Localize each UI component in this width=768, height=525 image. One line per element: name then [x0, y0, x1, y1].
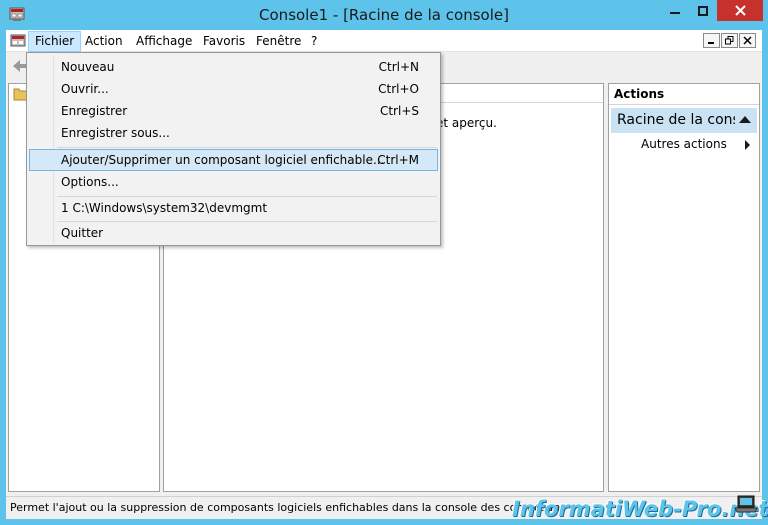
mmc-window: Console1 - [Racine de la console] Fichie…: [0, 0, 768, 525]
status-bar: Permet l'ajout ou la suppression de comp…: [6, 496, 768, 521]
actions-section-root[interactable]: Racine de la console: [611, 108, 757, 133]
child-close-button[interactable]: [739, 33, 756, 48]
menu-item-label: Enregistrer: [61, 104, 128, 118]
restore-icon: [725, 36, 734, 45]
menu-fenetre[interactable]: Fenêtre: [250, 31, 307, 52]
close-icon: [734, 5, 746, 16]
minimize-icon: [669, 11, 680, 14]
menu-item-label: Quitter: [61, 226, 104, 240]
menu-help[interactable]: ?: [305, 31, 323, 52]
menu-item-label: Options...: [61, 175, 119, 189]
menu-favoris[interactable]: Favoris: [197, 31, 251, 52]
menu-item-recent-file[interactable]: 1 C:\Windows\system32\devmgmt: [29, 197, 438, 219]
window-title: Console1 - [Racine de la console]: [259, 6, 509, 24]
menu-item-ouvrir[interactable]: Ouvrir... Ctrl+O: [29, 78, 438, 100]
minimize-icon: [708, 42, 714, 44]
menu-item-nouveau[interactable]: Nouveau Ctrl+N: [29, 56, 438, 78]
actions-pane: Actions Racine de la console Autres acti…: [608, 83, 760, 492]
menu-item-label: Enregistrer sous...: [61, 126, 170, 140]
status-text: Permet l'ajout ou la suppression de comp…: [10, 501, 562, 514]
menu-item-shortcut: Ctrl+N: [378, 60, 419, 74]
menu-item-quitter[interactable]: Quitter: [29, 222, 438, 244]
actions-header: Actions: [609, 84, 759, 105]
menu-item-shortcut: Ctrl+M: [377, 153, 419, 167]
title-bar[interactable]: Console1 - [Racine de la console]: [0, 0, 768, 30]
menu-item-add-remove-snapin[interactable]: Ajouter/Supprimer un composant logiciel …: [29, 149, 438, 171]
menu-item-shortcut: Ctrl+S: [379, 104, 419, 118]
minimize-button[interactable]: [660, 0, 689, 21]
console-system-menu-icon[interactable]: [10, 33, 26, 49]
menu-fichier[interactable]: Fichier: [28, 31, 82, 52]
back-arrow-icon[interactable]: [11, 58, 27, 74]
maximize-button[interactable]: [689, 0, 717, 21]
menu-item-label: Ouvrir...: [61, 82, 109, 96]
client-area: Fichier Action Affichage Favoris Fenêtre…: [6, 30, 768, 521]
watermark: InformatiWeb-Pro.net: [512, 497, 768, 521]
file-menu-dropdown: Nouveau Ctrl+N Ouvrir... Ctrl+O Enregist…: [26, 52, 441, 246]
result-pane-message: et aperçu.: [436, 116, 497, 130]
laptop-icon: [734, 495, 758, 513]
menu-item-label: Ajouter/Supprimer un composant logiciel …: [61, 153, 385, 167]
submenu-arrow-icon: [745, 140, 750, 150]
menu-affichage[interactable]: Affichage: [130, 31, 198, 52]
menu-item-options[interactable]: Options...: [29, 171, 438, 193]
menu-action[interactable]: Action: [79, 31, 129, 52]
menu-item-enregistrer-sous[interactable]: Enregistrer sous...: [29, 122, 438, 144]
maximize-icon: [698, 5, 708, 16]
menu-separator: [57, 147, 437, 148]
menu-item-label: Nouveau: [61, 60, 115, 74]
child-restore-button[interactable]: [721, 33, 738, 48]
close-button[interactable]: [717, 0, 763, 21]
child-minimize-button[interactable]: [703, 33, 720, 48]
menu-item-label: 1 C:\Windows\system32\devmgmt: [61, 201, 268, 215]
close-icon: [743, 36, 752, 45]
actions-section-label: Racine de la console: [617, 112, 735, 128]
menu-item-enregistrer[interactable]: Enregistrer Ctrl+S: [29, 100, 438, 122]
collapse-arrow-icon[interactable]: [739, 116, 751, 123]
menu-bar: Fichier Action Affichage Favoris Fenêtre…: [6, 30, 762, 52]
menu-item-shortcut: Ctrl+O: [378, 82, 419, 96]
actions-more-link[interactable]: Autres actions: [641, 137, 727, 151]
